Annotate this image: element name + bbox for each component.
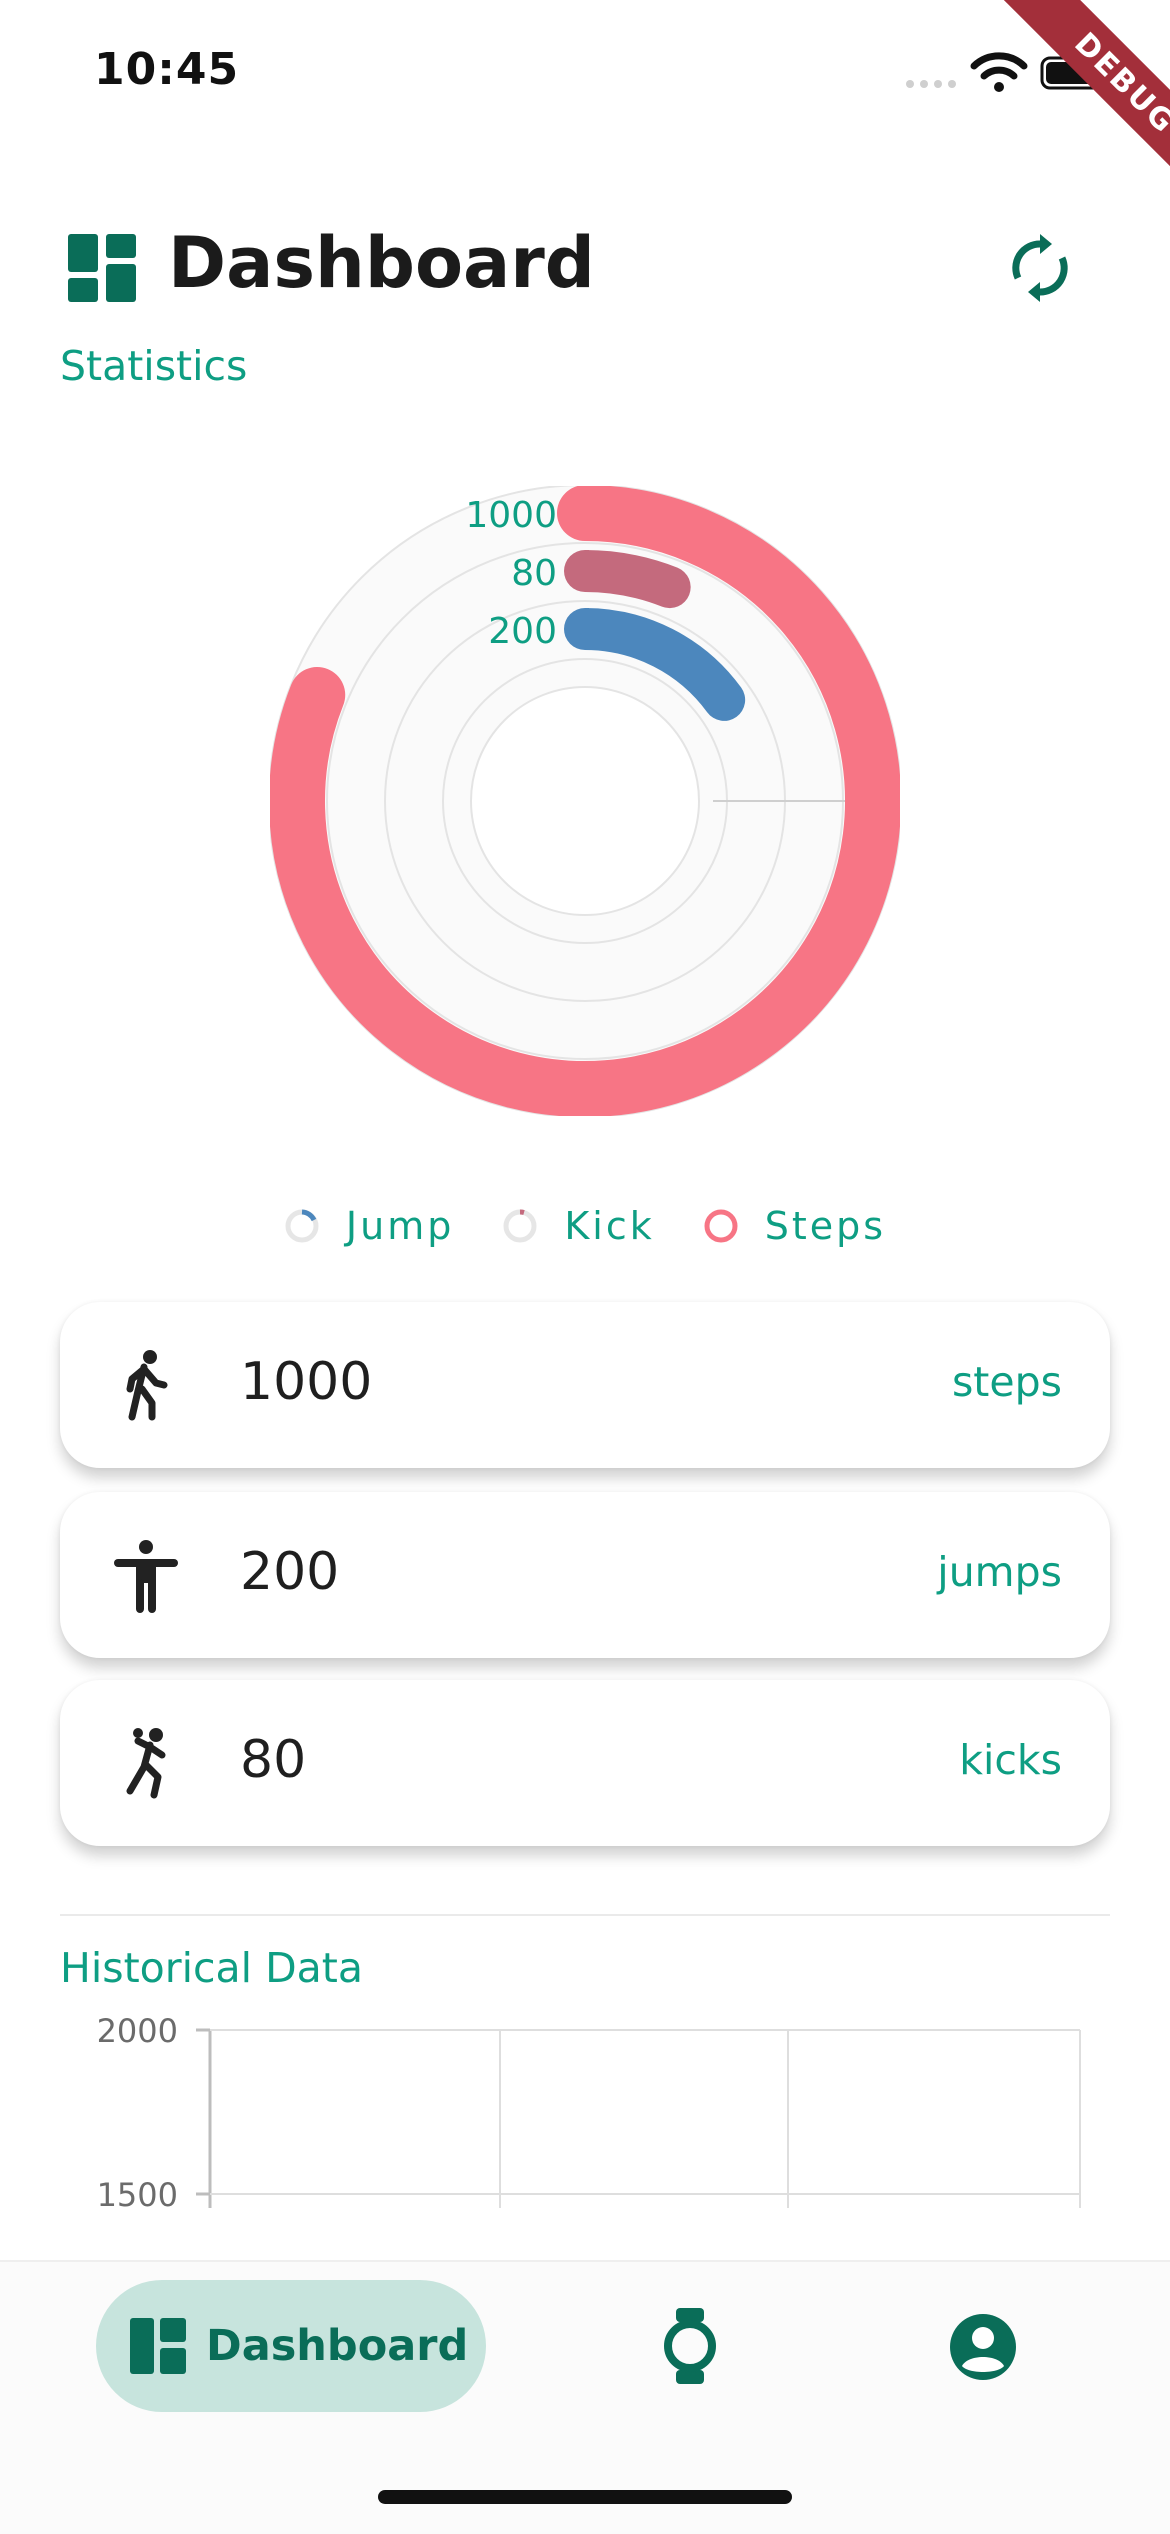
statistics-radial-chart: 1000 80 200 (270, 486, 900, 1116)
legend-swatch-steps (704, 1209, 738, 1243)
ring-value-label: 200 (488, 611, 557, 652)
debug-banner: DEBUG (989, 0, 1170, 219)
kicks-card[interactable]: 80 kicks (60, 1680, 1110, 1846)
legend-item-jump: Jump (284, 1204, 454, 1248)
kick-icon (126, 1728, 166, 1799)
sync-icon[interactable] (1004, 232, 1076, 304)
chart-legend: Jump Kick Steps (0, 1204, 1170, 1248)
page-title: Dashboard (168, 222, 595, 304)
nav-dashboard-label: Dashboard (206, 2321, 469, 2371)
y-tick-label: 2000 (97, 2012, 178, 2050)
steps-value: 1000 (240, 1352, 373, 1412)
legend-item-kick: Kick (502, 1204, 654, 1248)
dashboard-icon (68, 234, 136, 302)
radial-bar-start-kick (585, 550, 589, 592)
radial-bar-kick (564, 550, 691, 609)
jumps-card[interactable]: 200 jumps (60, 1492, 1110, 1658)
y-tick-label: 1500 (97, 2176, 178, 2208)
legend-label-steps: Steps (764, 1204, 887, 1248)
status-time: 10:45 (94, 44, 240, 95)
radial-bar-start-steps (585, 486, 589, 541)
legend-item-steps: Steps (703, 1204, 886, 1248)
legend-label-kick: Kick (564, 1204, 655, 1248)
kicks-value: 80 (240, 1730, 307, 1790)
legend-swatch-kick (503, 1209, 537, 1243)
kicks-unit: kicks (959, 1736, 1062, 1784)
legend-swatch-jump (285, 1209, 319, 1243)
nav-dashboard-tab[interactable]: Dashboard (96, 2280, 486, 2412)
home-indicator (378, 2490, 792, 2504)
jumps-value: 200 (240, 1542, 340, 1602)
wifi-icon (970, 52, 1028, 92)
watch-icon[interactable] (660, 2306, 720, 2386)
ring-value-label: 80 (511, 553, 557, 594)
historical-line-chart: 2000 1500 (97, 2012, 1081, 2208)
steps-card[interactable]: 1000 steps (60, 1302, 1110, 1468)
historical-data-label: Historical Data (60, 1944, 363, 1992)
ring-gridline (470, 686, 700, 916)
ring-value-label: 1000 (465, 495, 557, 536)
jumps-unit: jumps (937, 1548, 1062, 1596)
cellular-signal-icon (906, 80, 956, 88)
legend-label-jump: Jump (345, 1204, 455, 1248)
dashboard-icon (130, 2318, 186, 2374)
profile-icon[interactable] (950, 2314, 1016, 2380)
section-divider (60, 1914, 1110, 1916)
steps-unit: steps (951, 1358, 1062, 1406)
walking-icon (126, 1350, 168, 1421)
radial-bar-start-jump (585, 608, 589, 650)
statistics-label: Statistics (60, 342, 248, 390)
jump-icon (114, 1540, 178, 1613)
